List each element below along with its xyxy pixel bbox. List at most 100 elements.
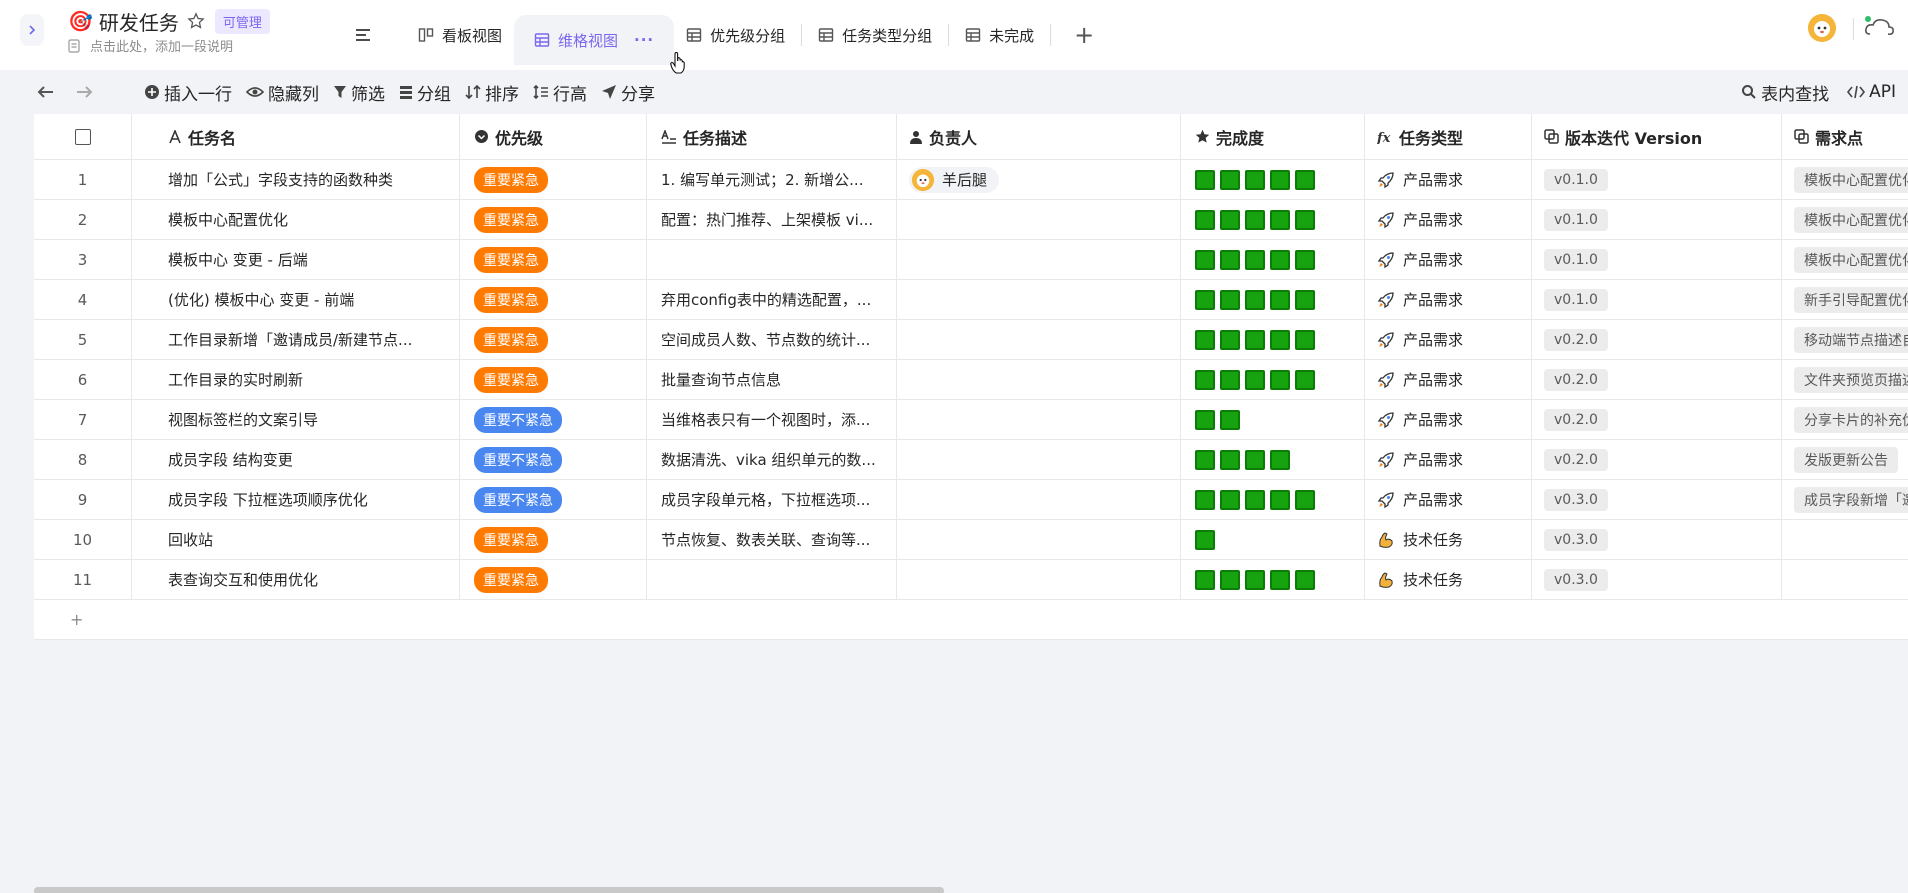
priority-cell[interactable]: 重要紧急 <box>460 520 647 559</box>
table-row[interactable]: 4 (优化) 模板中心 变更 - 前端 重要紧急 弃用config表中的精选配置，..… <box>34 280 1908 320</box>
tab-more-button[interactable]: ··· <box>634 31 654 49</box>
requirement-cell[interactable]: 移动端节点描述自动 <box>1782 320 1908 359</box>
tab-grid-view[interactable]: 维格视图 ··· <box>514 15 675 65</box>
completion-cell[interactable] <box>1181 280 1365 319</box>
task-name-cell[interactable]: 工作目录新增「邀请成员/新建节点... <box>132 320 460 359</box>
owner-cell[interactable] <box>897 440 1181 479</box>
requirement-cell[interactable]: 发版更新公告 <box>1782 440 1908 479</box>
column-header-name[interactable]: 任务名 <box>132 114 460 159</box>
description-cell[interactable] <box>647 560 897 599</box>
table-row[interactable]: 2 模板中心配置优化 重要紧急 配置：热门推荐、上架模板 vi... 产品需求 v0.1.… <box>34 200 1908 240</box>
column-header-task-type[interactable]: fx 任务类型 <box>1365 114 1532 159</box>
version-cell[interactable]: v0.2.0 <box>1532 440 1782 479</box>
sheet-description[interactable]: 点击此处，添加一段说明 <box>68 36 233 55</box>
owner-cell[interactable] <box>897 480 1181 519</box>
description-cell[interactable]: 弃用config表中的精选配置，... <box>647 280 897 319</box>
tab-priority-group[interactable]: 优先级分组 <box>674 12 797 58</box>
column-header-priority[interactable]: 优先级 <box>460 114 647 159</box>
task-name-cell[interactable]: 成员字段 下拉框选项顺序优化 <box>132 480 460 519</box>
horizontal-scrollbar[interactable] <box>34 887 944 893</box>
version-cell[interactable]: v0.1.0 <box>1532 240 1782 279</box>
version-cell[interactable]: v0.2.0 <box>1532 360 1782 399</box>
row-index-cell[interactable]: 2 <box>34 200 132 239</box>
owner-cell[interactable] <box>897 520 1181 559</box>
row-index-cell[interactable]: 6 <box>34 360 132 399</box>
task-name-cell[interactable]: (优化) 模板中心 变更 - 前端 <box>132 280 460 319</box>
row-index-cell[interactable]: 5 <box>34 320 132 359</box>
row-height-button[interactable]: 行高 <box>533 80 587 105</box>
row-index-cell[interactable]: 4 <box>34 280 132 319</box>
version-cell[interactable]: v0.1.0 <box>1532 160 1782 199</box>
task-name-cell[interactable]: 模板中心 变更 - 后端 <box>132 240 460 279</box>
priority-cell[interactable]: 重要紧急 <box>460 160 647 199</box>
table-row[interactable]: 10 回收站 重要紧急 节点恢复、数表关联、查询等... 技术任务 v0.3.0 <box>34 520 1908 560</box>
requirement-cell[interactable] <box>1782 520 1908 559</box>
task-name-cell[interactable]: 成员字段 结构变更 <box>132 440 460 479</box>
priority-cell[interactable]: 重要紧急 <box>460 320 647 359</box>
task-name-cell[interactable]: 增加「公式」字段支持的函数种类 <box>132 160 460 199</box>
task-type-cell[interactable]: 技术任务 <box>1365 520 1532 559</box>
add-record-button[interactable]: + <box>70 610 83 629</box>
description-cell[interactable]: 批量查询节点信息 <box>647 360 897 399</box>
hide-columns-button[interactable]: 隐藏列 <box>246 80 319 105</box>
priority-cell[interactable]: 重要紧急 <box>460 280 647 319</box>
owner-cell[interactable]: 羊后腿 <box>897 160 1181 199</box>
requirement-cell[interactable] <box>1782 560 1908 599</box>
completion-cell[interactable] <box>1181 400 1365 439</box>
priority-cell[interactable]: 重要紧急 <box>460 240 647 279</box>
table-row[interactable]: 3 模板中心 变更 - 后端 重要紧急 产品需求 v0.1.0 模板中心配置优化 <box>34 240 1908 280</box>
owner-cell[interactable] <box>897 560 1181 599</box>
version-cell[interactable]: v0.3.0 <box>1532 560 1782 599</box>
permission-badge[interactable]: 可管理 <box>214 8 270 34</box>
owner-cell[interactable] <box>897 200 1181 239</box>
row-index-cell[interactable]: 8 <box>34 440 132 479</box>
star-icon[interactable] <box>187 12 205 30</box>
api-button[interactable]: API <box>1847 82 1896 102</box>
redo-icon[interactable] <box>74 82 94 102</box>
task-type-cell[interactable]: 产品需求 <box>1365 480 1532 519</box>
description-cell[interactable]: 空间成员人数、节点数的统计... <box>647 320 897 359</box>
owner-cell[interactable] <box>897 320 1181 359</box>
column-header-description[interactable]: 任务描述 <box>647 114 897 159</box>
priority-cell[interactable]: 重要紧急 <box>460 360 647 399</box>
owner-cell[interactable] <box>897 280 1181 319</box>
version-cell[interactable]: v0.1.0 <box>1532 280 1782 319</box>
task-type-cell[interactable]: 产品需求 <box>1365 440 1532 479</box>
owner-chip[interactable]: 羊后腿 <box>909 166 1000 193</box>
description-cell[interactable]: 当维格表只有一个视图时，添... <box>647 400 897 439</box>
requirement-cell[interactable]: 分享卡片的补充优化 <box>1782 400 1908 439</box>
select-all-checkbox[interactable] <box>74 128 91 145</box>
version-cell[interactable]: v0.2.0 <box>1532 400 1782 439</box>
requirement-cell[interactable]: 文件夹预览页描述模 <box>1782 360 1908 399</box>
filter-button[interactable]: 筛选 <box>333 80 385 105</box>
column-header-version[interactable]: 版本迭代 Version <box>1532 114 1782 159</box>
table-row[interactable]: 6 工作目录的实时刷新 重要紧急 批量查询节点信息 产品需求 v0.2.0 文件夹预览页描述… <box>34 360 1908 400</box>
completion-cell[interactable] <box>1181 160 1365 199</box>
completion-cell[interactable] <box>1181 240 1365 279</box>
completion-cell[interactable] <box>1181 480 1365 519</box>
version-cell[interactable]: v0.3.0 <box>1532 480 1782 519</box>
expand-sidebar-button[interactable] <box>20 14 44 46</box>
priority-cell[interactable]: 重要紧急 <box>460 560 647 599</box>
version-cell[interactable]: v0.1.0 <box>1532 200 1782 239</box>
sort-button[interactable]: 排序 <box>465 80 519 105</box>
description-cell[interactable]: 配置：热门推荐、上架模板 vi... <box>647 200 897 239</box>
tab-kanban-view[interactable]: 看板视图 <box>406 12 514 58</box>
task-type-cell[interactable]: 产品需求 <box>1365 160 1532 199</box>
group-button[interactable]: 分组 <box>399 80 451 105</box>
table-row[interactable]: 8 成员字段 结构变更 重要不紧急 数据清洗、vika 组织单元的数... 产品需求 v0… <box>34 440 1908 480</box>
row-index-cell[interactable]: 3 <box>34 240 132 279</box>
task-type-cell[interactable]: 技术任务 <box>1365 560 1532 599</box>
description-cell[interactable] <box>647 240 897 279</box>
search-button[interactable]: 表内查找 <box>1741 80 1829 105</box>
add-record-row[interactable]: + <box>34 600 1908 640</box>
task-type-cell[interactable]: 产品需求 <box>1365 360 1532 399</box>
task-name-cell[interactable]: 视图标签栏的文案引导 <box>132 400 460 439</box>
version-cell[interactable]: v0.2.0 <box>1532 320 1782 359</box>
sheet-title[interactable]: 研发任务 <box>99 7 179 36</box>
undo-icon[interactable] <box>36 82 56 102</box>
owner-cell[interactable] <box>897 400 1181 439</box>
completion-cell[interactable] <box>1181 440 1365 479</box>
cloud-sync-icon[interactable] <box>1862 14 1896 40</box>
description-cell[interactable]: 1. 编写单元测试；2. 新增公... <box>647 160 897 199</box>
